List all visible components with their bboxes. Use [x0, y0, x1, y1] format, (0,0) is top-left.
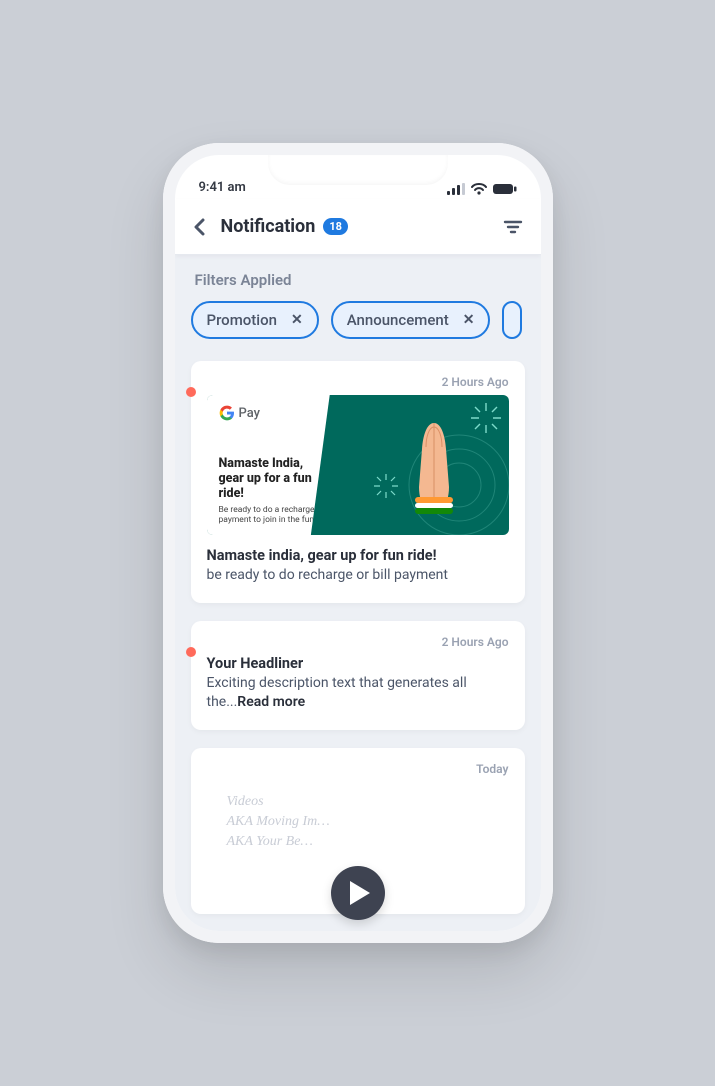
promo-white-panel: Pay Namaste India, gear up for a fun rid… — [207, 395, 352, 535]
status-time: 9:41 am — [199, 180, 246, 195]
notification-card[interactable]: 2 Hours Ago — [191, 361, 525, 603]
filter-button[interactable] — [503, 219, 523, 235]
card-body: Exciting description text that generates… — [207, 674, 509, 712]
screen: 9:41 am Notification 18 — [175, 155, 541, 931]
phone-frame: 9:41 am Notification 18 — [163, 143, 553, 943]
status-bar: 9:41 am — [175, 155, 541, 199]
filter-chip-overflow[interactable] — [502, 301, 522, 339]
filter-chip-promotion[interactable]: Promotion ✕ — [191, 301, 319, 339]
notification-card-video[interactable]: Today Videos AKA Moving Im… AKA Your Be… — [191, 748, 525, 914]
back-button[interactable] — [193, 218, 207, 236]
card-timestamp: 2 Hours Ago — [207, 635, 509, 649]
play-button[interactable] — [331, 866, 385, 920]
filter-chip-announcement[interactable]: Announcement ✕ — [331, 301, 491, 339]
status-icons — [447, 183, 517, 195]
card-headline: Namaste india, gear up for fun ride! — [207, 547, 509, 564]
chip-remove-icon[interactable]: ✕ — [463, 312, 475, 328]
notification-count-badge: 18 — [323, 218, 348, 235]
app-header: Notification 18 — [175, 199, 541, 255]
content-scroll[interactable]: Filters Applied Promotion ✕ Announcement… — [175, 255, 541, 931]
card-timestamp: 2 Hours Ago — [207, 375, 509, 389]
page-title: Notification — [221, 216, 316, 237]
promo-title: Namaste India, gear up for a fun ride! — [219, 456, 340, 501]
gpay-text: Pay — [239, 406, 261, 421]
wifi-icon — [471, 183, 487, 195]
unread-dot-icon — [186, 387, 196, 397]
filters-applied-label: Filters Applied — [195, 271, 521, 289]
cellular-icon — [447, 183, 465, 195]
filter-chip-row: Promotion ✕ Announcement ✕ — [191, 301, 525, 343]
chip-label: Announcement — [347, 311, 449, 329]
card-timestamp: Today — [207, 762, 509, 776]
chip-remove-icon[interactable]: ✕ — [291, 312, 303, 328]
battery-icon — [493, 183, 517, 195]
promo-subtitle: Be ready to do a recharge or bill paymen… — [219, 505, 340, 525]
promo-banner: Pay Namaste India, gear up for a fun rid… — [207, 395, 509, 535]
card-headline: Your Headliner — [207, 655, 509, 672]
namaste-hands-icon — [389, 417, 479, 531]
card-body: be ready to do recharge or bill payment — [207, 566, 509, 585]
notification-card[interactable]: 2 Hours Ago Your Headliner Exciting desc… — [191, 621, 525, 730]
unread-dot-icon — [186, 647, 196, 657]
video-placeholder-text: Videos AKA Moving Im… AKA Your Be… — [227, 794, 501, 850]
read-more-link[interactable]: Read more — [237, 694, 305, 710]
gpay-logo: Pay — [219, 405, 340, 421]
chip-label: Promotion — [207, 311, 277, 329]
